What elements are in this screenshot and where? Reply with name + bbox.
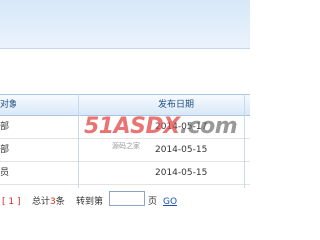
go-button[interactable]: GO xyxy=(163,195,177,209)
watermark-tld: .com xyxy=(179,114,238,139)
row-target-cell: 员 xyxy=(0,168,10,178)
row-target-cell: 部 xyxy=(0,145,10,155)
watermark-digits: 51 xyxy=(84,114,114,139)
row-target-cell: 部 xyxy=(0,122,10,132)
watermark-text: ASDX xyxy=(113,114,181,139)
watermark-brand: 51ASDX.com xyxy=(84,114,238,139)
goto-page-label: 转到第 xyxy=(76,197,104,207)
current-page-indicator: [ 1 ] xyxy=(2,197,21,207)
toolbar-band xyxy=(0,0,250,48)
page-number-input[interactable] xyxy=(109,191,145,206)
column-header-publish-date[interactable]: 发布日期 xyxy=(158,98,194,112)
watermark-slogan: 源码之家 xyxy=(112,142,140,150)
table-header: 对象 发布日期 xyxy=(0,94,250,116)
total-count-label: 总计3条 xyxy=(32,197,65,207)
row-date-cell: 2014-05-15 xyxy=(155,168,208,178)
column-divider xyxy=(244,94,245,188)
page-suffix-label: 页 xyxy=(148,197,158,207)
table-row[interactable]: 员 2014-05-15 xyxy=(0,162,250,185)
column-divider xyxy=(78,94,79,188)
column-header-target[interactable]: 对象 xyxy=(0,98,16,112)
watermark-logo: 51ASDX.com 源码之家 xyxy=(84,114,238,154)
toolbar-divider xyxy=(0,48,250,49)
